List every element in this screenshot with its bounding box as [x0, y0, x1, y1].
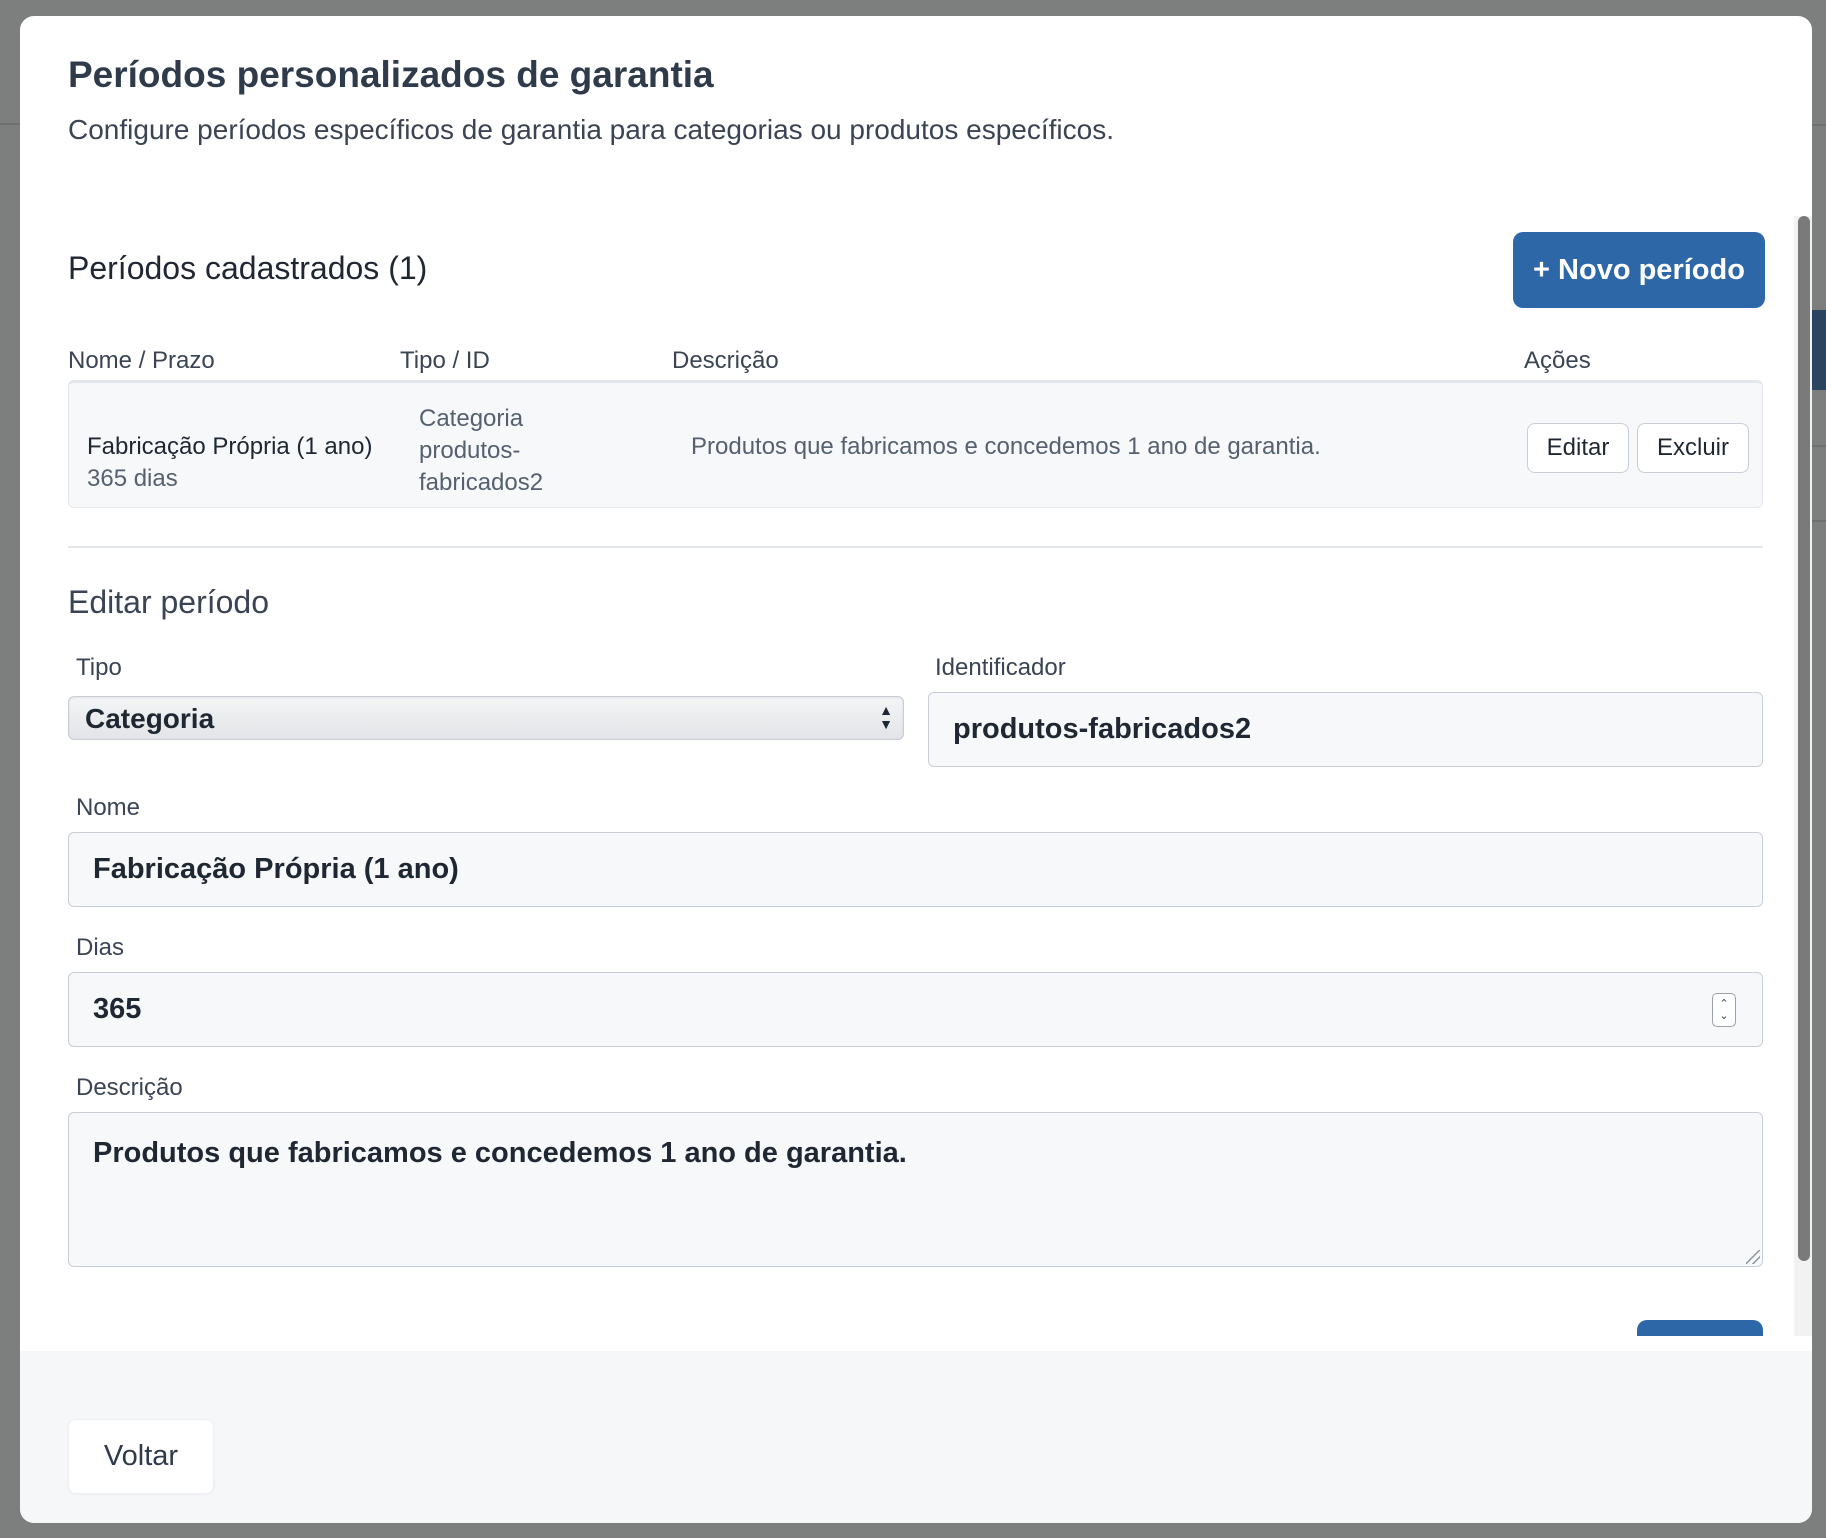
modal-subtitle: Configure períodos específicos de garant… [68, 114, 1114, 145]
column-header-description: Descrição [672, 347, 779, 374]
description-textarea[interactable]: Produtos que fabricamos e concedemos 1 a… [68, 1112, 1763, 1267]
edit-button[interactable]: Editar [1527, 423, 1629, 473]
resize-handle-icon[interactable] [1746, 1250, 1760, 1264]
section-divider [68, 546, 1763, 548]
identifier-input[interactable]: produtos-fabricados2 [928, 692, 1763, 767]
scrollbar-thumb[interactable] [1798, 216, 1810, 1261]
identifier-label: Identificador [935, 654, 1066, 681]
warranty-periods-modal: Períodos personalizados de garantia Conf… [20, 16, 1812, 1523]
delete-button[interactable]: Excluir [1637, 423, 1749, 473]
description-label: Descrição [76, 1074, 183, 1101]
background-divider [1812, 445, 1826, 447]
modal-title: Períodos personalizados de garantia [68, 54, 714, 95]
edit-period-title: Editar período [68, 584, 270, 620]
identifier-value: produtos-fabricados2 [953, 713, 1252, 745]
background-divider [1812, 520, 1826, 522]
column-header-type: Tipo / ID [400, 347, 490, 374]
name-label: Nome [76, 794, 141, 821]
row-name: Fabricação Própria (1 ano) [87, 433, 373, 460]
days-label: Dias [76, 934, 125, 961]
column-header-actions: Ações [1524, 347, 1591, 374]
new-period-button[interactable]: + Novo período [1513, 232, 1765, 308]
type-select-value: Categoria [85, 703, 215, 734]
row-description: Produtos que fabricamos e concedemos 1 a… [691, 433, 1321, 460]
type-label: Tipo [76, 654, 122, 681]
background-divider [0, 123, 20, 125]
registered-periods-title: Períodos cadastrados (1) [68, 250, 428, 286]
column-header-name: Nome / Prazo [68, 347, 215, 374]
background-divider [1812, 124, 1826, 126]
row-type: Categoria [419, 405, 524, 432]
number-stepper-icon[interactable]: ⌃ ⌄ [1712, 993, 1736, 1027]
name-value: Fabricação Própria (1 ano) [93, 853, 459, 885]
row-type-id: Categoria produtos- fabricados2 [419, 403, 543, 499]
days-value: 365 [93, 993, 142, 1025]
modal-scroll-area[interactable]: Períodos personalizados de garantia Conf… [20, 16, 1812, 1336]
save-button[interactable] [1637, 1320, 1763, 1336]
back-button[interactable]: Voltar [68, 1419, 214, 1494]
type-select[interactable]: Categoria ▲ ▼ [68, 696, 904, 740]
row-id-line2: fabricados2 [419, 469, 544, 496]
description-value: Produtos que fabricamos e concedemos 1 a… [93, 1137, 907, 1169]
select-arrows-icon: ▲ ▼ [879, 702, 893, 732]
days-input[interactable]: 365 ⌃ ⌄ [68, 972, 1763, 1047]
table-row: Fabricação Própria (1 ano) 365 dias Cate… [68, 380, 1763, 508]
background-button [1812, 310, 1826, 390]
modal-footer: Voltar [20, 1351, 1812, 1523]
row-days: 365 dias [87, 465, 178, 492]
row-id-line1: produtos- [419, 437, 521, 464]
name-input[interactable]: Fabricação Própria (1 ano) [68, 832, 1763, 907]
